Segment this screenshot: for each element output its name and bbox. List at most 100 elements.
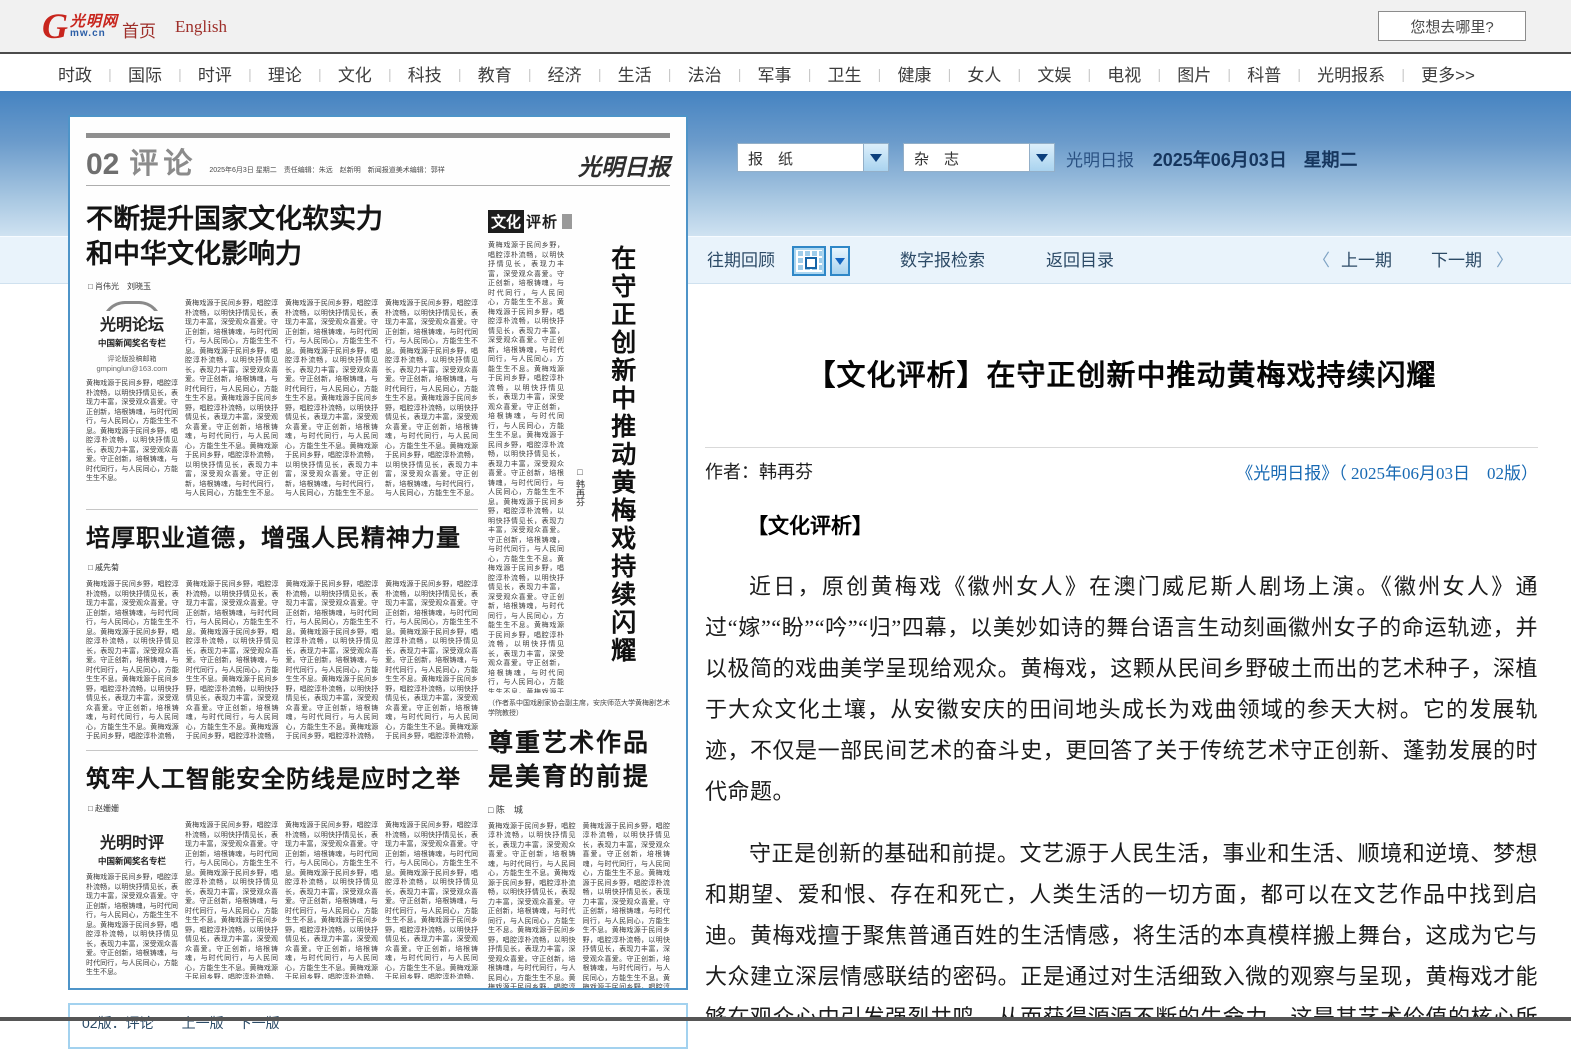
np-filler-text: 黄梅戏源于民间乡野，唱腔淳朴流畅，以明快抒情见长，表现力丰富，深受观众喜爱。守正… <box>488 241 564 693</box>
next-bracket-icon[interactable]: 〉 <box>1496 237 1513 285</box>
bottom-divider-strip <box>0 1017 1571 1021</box>
nav-item-2[interactable]: 国际 <box>128 61 162 86</box>
paper-select[interactable]: 报 纸 <box>737 143 889 172</box>
nav-separator: | <box>528 66 532 82</box>
chevron-down-icon[interactable] <box>1029 144 1054 171</box>
newspaper-masthead: 光明日报 <box>578 148 670 182</box>
newspaper-top-rule <box>86 133 670 138</box>
article-paragraph: 近日，原创黄梅戏《徽州女人》在澳门威尼斯人剧场上演。《徽州女人》通过“嫁”“盼”… <box>705 566 1538 812</box>
back-to-toc-link[interactable]: 返回目录 <box>1046 237 1114 285</box>
np-article2-headline: 培厚职业道德，增强人民精神力量 <box>86 518 478 553</box>
np-filler-text: 黄梅戏源于民间乡野，唱腔淳朴流畅，以明快抒情见长，表现力丰富，深受观众喜爱。守正… <box>488 822 576 991</box>
label-block-icon <box>562 214 572 229</box>
issue-weekday: 星期二 <box>1304 150 1358 170</box>
nav-item-18[interactable]: 科普 <box>1247 61 1281 86</box>
nav-item-8[interactable]: 经济 <box>548 61 582 86</box>
np-filler-text: 黄梅戏源于民间乡野，唱腔淳朴流畅，以明快抒情见长，表现力丰富，深受观众喜爱。守正… <box>186 580 279 740</box>
nav-item-15[interactable]: 文娱 <box>1037 61 1071 86</box>
nav-item-14[interactable]: 女人 <box>967 61 1001 86</box>
np-article4-author: □ 韩再芬 <box>574 467 587 507</box>
chevron-down-icon[interactable] <box>863 144 888 171</box>
article-meta-row: 作者：韩再芬 《光明日报》（ 2025年06月03日 02版） <box>705 458 1538 484</box>
gmw-logo[interactable]: G 光明网 mw.cn <box>42 8 118 44</box>
nav-item-5[interactable]: 文化 <box>338 61 372 86</box>
np-culture-review-label: 文化 评析 <box>488 210 670 233</box>
newspaper-section-name: 评论 <box>129 140 197 182</box>
nav-item-17[interactable]: 图片 <box>1177 61 1211 86</box>
np-article3-headline: 筑牢人工智能安全防线是应时之举 <box>86 759 478 794</box>
past-issues-link[interactable]: 往期回顾 <box>707 237 775 285</box>
np-filler-text: 黄梅戏源于民间乡野，唱腔淳朴流畅，以明快抒情见长，表现力丰富，深受观众喜爱。守正… <box>86 580 179 740</box>
article-title: 【文化评析】在守正创新中推动黄梅戏持续闪耀 <box>705 352 1538 394</box>
nav-separator: | <box>318 66 322 82</box>
np-article4-vertical-headline: 在守正创新中推动黄梅戏持续闪耀 <box>607 245 635 693</box>
article-paragraph: 守正是创新的基础和前提。文艺源于人民生活，事业和生活、顺境和逆境、梦想和期望、爱… <box>705 833 1538 1021</box>
nav-separator: | <box>948 66 952 82</box>
nav-item-10[interactable]: 法治 <box>688 61 722 86</box>
nav-separator: | <box>108 66 112 82</box>
search-input[interactable] <box>1378 11 1526 41</box>
calendar-dropdown-icon[interactable] <box>830 246 850 276</box>
nav-separator: | <box>1088 66 1092 82</box>
nav-separator: | <box>598 66 602 82</box>
np-filler-text: 黄梅戏源于民间乡野，唱腔淳朴流畅，以明快抒情见长，表现力丰富，深受观众喜爱。守正… <box>385 299 478 499</box>
english-link[interactable]: English <box>175 17 227 37</box>
page-navigation-box[interactable]: 02版：评论 上一版 下一版 <box>68 1003 688 1049</box>
np-filler-text: 黄梅戏源于民间乡野，唱腔淳朴流畅，以明快抒情见长，表现力丰富，深受观众喜爱。守正… <box>285 299 378 499</box>
nav-item-9[interactable]: 生活 <box>618 61 652 86</box>
nav-item-16[interactable]: 电视 <box>1107 61 1141 86</box>
np-article5-headline: 尊重艺术作品 是美育的前提 <box>488 727 670 795</box>
calendar-icon[interactable] <box>792 246 826 276</box>
nav-item-20[interactable]: 更多>> <box>1421 61 1475 86</box>
logo-brand-en: mw.cn <box>70 29 118 39</box>
nav-item-1[interactable]: 时政 <box>58 61 92 86</box>
np-filler-text: 黄梅戏源于民间乡野，唱腔淳朴流畅，以明快抒情见长，表现力丰富，深受观众喜爱。守正… <box>286 580 379 740</box>
np-article4-attribution: （作者系中国戏剧家协会副主席，安庆师范大学黄梅剧艺术学院教授） <box>488 699 670 719</box>
nav-item-19[interactable]: 光明报系 <box>1317 61 1385 86</box>
calendar-day-marker <box>805 257 817 269</box>
np-article2-author: □ 戚先菊 <box>88 562 478 573</box>
newspaper-page-number: 02 <box>86 148 119 182</box>
np-guangming-comment-badge: 光明时评 中国新闻奖名专栏 黄梅戏源于民间乡野，唱腔淳朴流畅，以明快抒情见长，表… <box>86 821 178 979</box>
article-body: 【文化评析】 近日，原创黄梅戏《徽州女人》在澳门威尼斯人剧场上演。《徽州女人》通… <box>705 498 1538 1021</box>
nav-separator: | <box>1018 66 1022 82</box>
digital-search-link[interactable]: 数字报检索 <box>900 237 985 285</box>
nav-item-12[interactable]: 卫生 <box>827 61 861 86</box>
nav-item-13[interactable]: 健康 <box>897 61 931 86</box>
nav-item-11[interactable]: 军事 <box>758 61 792 86</box>
np-article1-authors: □ 肖伟光 刘晓玉 <box>88 281 478 292</box>
nav-separator: | <box>178 66 182 82</box>
nav-separator: | <box>1401 66 1405 82</box>
issue-date-line: 光明日报 2025年06月03日 星期二 <box>1066 146 1370 172</box>
nav-separator: | <box>458 66 462 82</box>
nav-item-6[interactable]: 科技 <box>408 61 442 86</box>
article-divider <box>705 447 1538 448</box>
newspaper-page-image[interactable]: 02 评论 2025年6月3日 星期二 责任编辑：朱远 赵新明 新闻报道美术编辑… <box>68 115 688 990</box>
magazine-select[interactable]: 杂 志 <box>903 143 1055 172</box>
nav-item-7[interactable]: 教育 <box>478 61 512 86</box>
np-filler-text: 黄梅戏源于民间乡野，唱腔淳朴流畅，以明快抒情见长，表现力丰富，深受观众喜爱。守正… <box>185 299 278 499</box>
np-filler-text: 黄梅戏源于民间乡野，唱腔淳朴流畅，以明快抒情见长，表现力丰富，深受观众喜爱。守正… <box>185 821 278 979</box>
nav-separator: | <box>878 66 882 82</box>
nav-separator: | <box>388 66 392 82</box>
next-issue-link[interactable]: 下一期 <box>1431 237 1482 285</box>
article-column-tag: 【文化评析】 <box>705 510 1538 540</box>
np-filler-text: 黄梅戏源于民间乡野，唱腔淳朴流畅，以明快抒情见长，表现力丰富，深受观众喜爱。守正… <box>86 379 178 484</box>
nav-item-3[interactable]: 时评 <box>198 61 232 86</box>
nav-separator: | <box>808 66 812 82</box>
prev-bracket-icon[interactable]: 〈 <box>1313 237 1330 285</box>
np-article-divider <box>86 750 478 751</box>
nav-separator: | <box>1227 66 1231 82</box>
article-author: 作者：韩再芬 <box>705 458 813 484</box>
np-article3-author: □ 赵姗姗 <box>88 803 478 814</box>
nav-item-4[interactable]: 理论 <box>268 61 302 86</box>
home-link[interactable]: 首页 <box>122 17 156 42</box>
main-nav: 时政 | 国际 | 时评 | 理论 | 文化 | 科技 | 教育 | 经济 | 生活 | 法治 | 军事 | 卫生 | 健康 | 女… <box>0 56 1571 91</box>
np-filler-text: 黄梅戏源于民间乡野，唱腔淳朴流畅，以明快抒情见长，表现力丰富，深受观众喜爱。守正… <box>385 580 478 740</box>
np-article-divider <box>86 509 478 510</box>
prev-issue-link[interactable]: 上一期 <box>1341 237 1392 285</box>
np-article5-author: □ 陈 城 <box>488 803 670 816</box>
newspaper-header-rule <box>86 185 670 186</box>
article-source-link[interactable]: 《光明日报》（ 2025年06月03日 02版） <box>1236 459 1538 484</box>
np-guangming-forum-badge: 光明论坛 中国新闻奖名专栏 评论版投稿邮箱 gmpinglun@163.com … <box>86 299 178 499</box>
